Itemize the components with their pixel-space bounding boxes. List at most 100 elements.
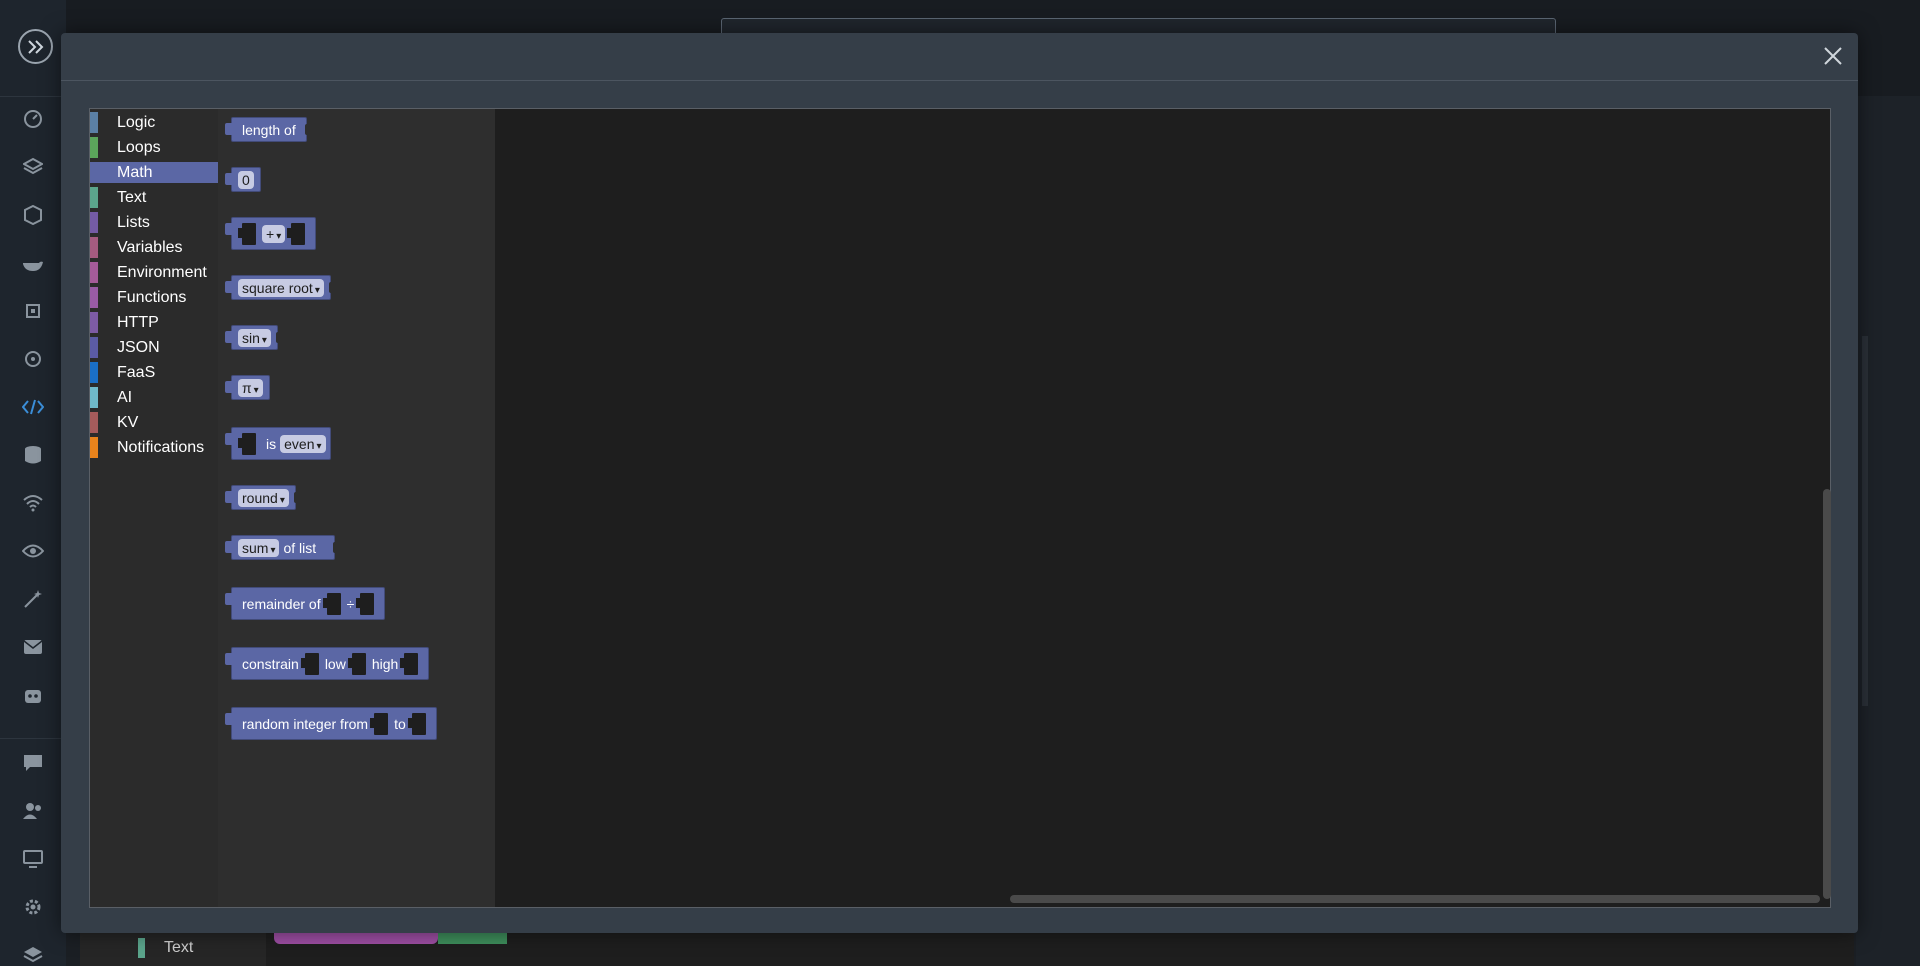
category-label: Logic [117, 114, 156, 131]
function-dropdown[interactable]: square root ▾ [238, 278, 324, 297]
block-round[interactable]: round ▾ [225, 485, 300, 510]
category-color-stripe [90, 337, 98, 358]
block-constant[interactable]: π ▾ [225, 375, 270, 400]
bg-toolbox-label: Text [164, 939, 194, 956]
block-random-int[interactable]: random integer from to [225, 707, 437, 740]
category-label: KV [117, 414, 139, 431]
settings-icon[interactable] [20, 894, 46, 920]
toolbox-category-notifications[interactable]: Notifications [90, 437, 218, 458]
dashboard-icon[interactable] [20, 106, 46, 132]
category-color-stripe [90, 387, 98, 408]
category-label: Loops [117, 139, 161, 156]
input-slot[interactable] [322, 592, 341, 615]
input-slot[interactable] [238, 222, 256, 245]
category-label: JSON [117, 339, 160, 356]
category-label: Functions [117, 289, 187, 306]
toolbox-category-json[interactable]: JSON [90, 337, 218, 358]
wifi-icon[interactable] [20, 490, 46, 516]
round-dropdown[interactable]: round ▾ [238, 488, 289, 507]
input-slot[interactable] [356, 592, 375, 615]
category-color-stripe [90, 312, 98, 333]
category-label: Variables [117, 239, 183, 256]
input-slot[interactable] [238, 432, 256, 455]
toolbox-category-functions[interactable]: Functions [90, 287, 218, 308]
block-number-property[interactable]: is even ▾ [225, 427, 331, 460]
category-color-stripe [90, 437, 98, 458]
category-label: FaaS [117, 364, 156, 381]
input-slot[interactable] [300, 652, 319, 675]
block-single[interactable]: square root ▾ [225, 275, 335, 300]
category-color-stripe [90, 237, 98, 258]
block-trig[interactable]: sin ▾ [225, 325, 282, 350]
toolbox-category-loops[interactable]: Loops [90, 137, 218, 158]
blockly-editor: Logic Loops Math Text Lists Variables Environm… [89, 108, 1831, 908]
toolbox-category-variables[interactable]: Variables [90, 237, 218, 258]
block-label: is [266, 435, 277, 452]
category-label: Text [117, 189, 147, 206]
database-icon[interactable] [20, 442, 46, 468]
number-field[interactable]: 0 [238, 170, 254, 189]
trig-dropdown[interactable]: sin ▾ [238, 328, 271, 347]
constant-dropdown[interactable]: π ▾ [238, 378, 263, 397]
block-constrain[interactable]: constrain low high [225, 647, 430, 680]
property-dropdown[interactable]: even ▾ [280, 434, 326, 453]
block-modulo[interactable]: remainder of ÷ [225, 587, 386, 620]
list-op-dropdown[interactable]: sum ▾ [238, 538, 280, 557]
input-slot[interactable] [287, 222, 306, 245]
vertical-scrollbar[interactable] [1823, 489, 1831, 899]
category-color-stripe [90, 212, 98, 233]
monitor-icon[interactable] [20, 846, 46, 872]
close-button[interactable] [1820, 43, 1846, 69]
input-slot[interactable] [400, 652, 419, 675]
toolbox-category-faas[interactable]: FaaS [90, 362, 218, 383]
category-label: Math [117, 164, 153, 181]
toolbox-category-kv[interactable]: KV [90, 412, 218, 433]
app-right-panel [1856, 96, 1920, 966]
category-label: AI [117, 389, 133, 406]
layers-icon[interactable] [20, 154, 46, 180]
block-label: low [324, 655, 346, 672]
block-arithmetic[interactable]: + ▾ [225, 217, 317, 250]
input-slot[interactable] [370, 712, 389, 735]
input-slot[interactable] [347, 652, 366, 675]
toolbox-category-math[interactable]: Math [90, 162, 218, 183]
modal-header [61, 33, 1858, 81]
eye-icon[interactable] [20, 538, 46, 564]
toolbox-category-lists[interactable]: Lists [90, 212, 218, 233]
bg-toolbox-item-text: Text [80, 930, 266, 966]
helm-icon[interactable] [20, 346, 46, 372]
block-label: length of [242, 121, 296, 138]
toolbox-category-text[interactable]: Text [90, 187, 218, 208]
docker-icon[interactable] [20, 250, 46, 276]
category-color-stripe [90, 262, 98, 283]
mail-icon[interactable] [20, 634, 46, 660]
toolbox-category-http[interactable]: HTTP [90, 312, 218, 333]
robot-icon[interactable] [20, 682, 46, 708]
code-icon[interactable] [20, 394, 46, 420]
stack-icon[interactable] [20, 942, 46, 966]
box-icon[interactable] [20, 202, 46, 228]
block-label: ÷ [346, 595, 355, 612]
magic-wand-icon[interactable] [20, 586, 46, 612]
fullscreen-editor-modal: Logic Loops Math Text Lists Variables Environm… [61, 33, 1858, 933]
category-color-stripe [90, 362, 98, 383]
block-on-list[interactable]: sum ▾ of list [225, 535, 340, 560]
chat-icon[interactable] [20, 750, 46, 776]
input-slot[interactable] [407, 712, 426, 735]
chip-icon[interactable] [20, 298, 46, 324]
operator-dropdown[interactable]: + ▾ [262, 224, 286, 243]
expand-sidebar-icon[interactable] [18, 29, 53, 64]
toolbox-category-environment[interactable]: Environment [90, 262, 218, 283]
block-label: remainder of [242, 595, 321, 612]
horizontal-scrollbar[interactable] [1010, 895, 1820, 903]
category-label: Lists [117, 214, 150, 231]
blockly-workspace[interactable] [495, 109, 1830, 907]
block-length-of[interactable]: length of [225, 117, 311, 142]
toolbox-category-logic[interactable]: Logic [90, 112, 218, 133]
block-label: constrain [242, 655, 299, 672]
users-icon[interactable] [20, 798, 46, 824]
block-number[interactable]: 0 [225, 167, 261, 192]
block-label: high [371, 655, 399, 672]
toolbox-category-ai[interactable]: AI [90, 387, 218, 408]
block-label: random integer from [242, 715, 369, 732]
